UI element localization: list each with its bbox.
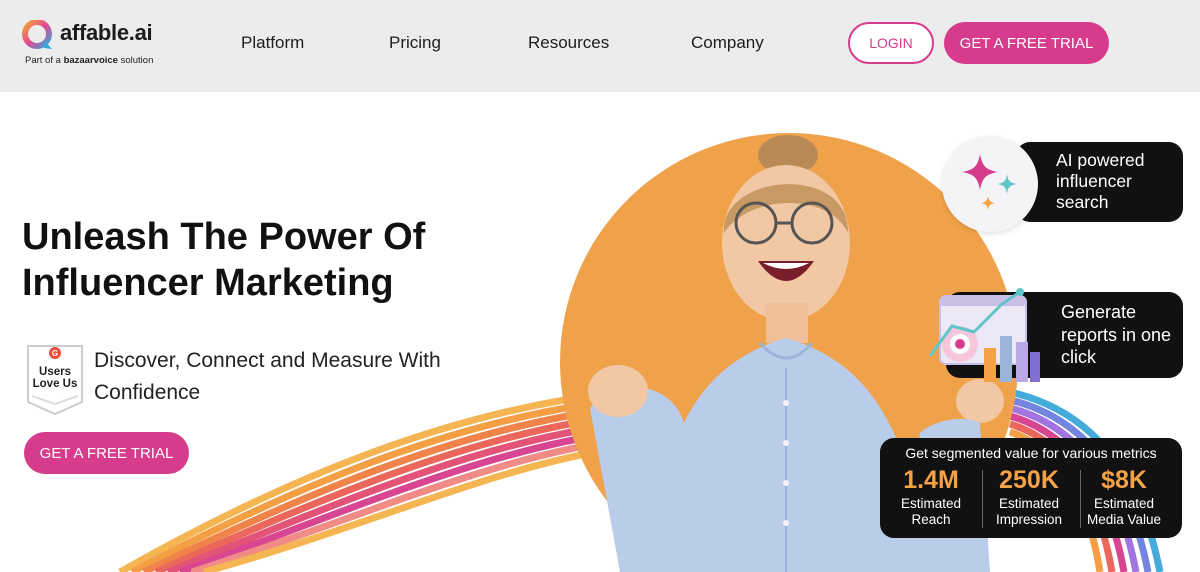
metrics-title: Get segmented value for various metrics bbox=[905, 445, 1157, 461]
metric-impression-value: 250K bbox=[999, 466, 1059, 494]
metric-impression-label1: Estimated bbox=[998, 496, 1060, 511]
metric-media-value: $8K Estimated Media Value bbox=[1076, 464, 1172, 528]
metric-media-value-value: $8K bbox=[1101, 466, 1147, 494]
badge-line1: Users bbox=[39, 366, 71, 378]
hero-tagline: Discover, Connect and Measure With Confi… bbox=[94, 349, 441, 404]
metric-reach-label1: Estimated bbox=[900, 496, 962, 511]
metric-impression: 250K Estimated Impression bbox=[981, 464, 1077, 528]
metric-media-value-label2: Media Value bbox=[1086, 512, 1162, 527]
sparkles-icon bbox=[962, 154, 1017, 210]
g2-badge-icon: G Users Love Us bbox=[27, 345, 83, 416]
metric-media-value-label1: Estimated bbox=[1093, 496, 1155, 511]
reports-text: Generate reports in one click bbox=[1061, 302, 1172, 367]
hero-headline-line2: Influencer Marketing bbox=[22, 262, 394, 304]
metrics-card: Get segmented value for various metrics … bbox=[880, 438, 1182, 538]
metric-reach: 1.4M Estimated Reach bbox=[883, 464, 979, 528]
report-illustration-icon bbox=[928, 288, 1040, 382]
metric-impression-label2: Impression bbox=[995, 512, 1063, 527]
metric-reach-label2: Reach bbox=[911, 512, 951, 527]
ai-search-text: AI powered influencer search bbox=[1056, 150, 1145, 212]
badge-line2: Love Us bbox=[33, 378, 78, 390]
hero-free-trial-button[interactable]: GET A FREE TRIAL bbox=[24, 432, 189, 474]
hero-headline: Unleash The Power Of Influencer Marketin… bbox=[22, 214, 542, 306]
svg-text:G: G bbox=[52, 349, 58, 358]
metric-reach-value: 1.4M bbox=[903, 466, 959, 494]
hero-headline-line1: Unleash The Power Of bbox=[22, 216, 426, 258]
